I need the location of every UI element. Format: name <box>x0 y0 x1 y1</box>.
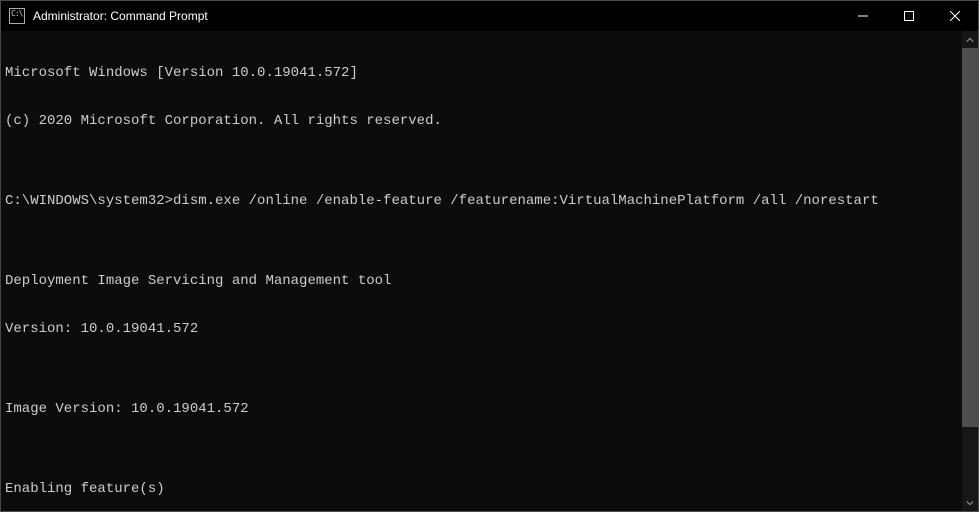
scroll-thumb[interactable] <box>962 48 978 427</box>
titlebar[interactable]: C:\_ Administrator: Command Prompt <box>1 1 978 31</box>
scroll-up-button[interactable] <box>962 31 978 48</box>
terminal-output[interactable]: Microsoft Windows [Version 10.0.19041.57… <box>1 31 962 511</box>
terminal-line: Deployment Image Servicing and Managemen… <box>5 273 958 289</box>
terminal-line: Microsoft Windows [Version 10.0.19041.57… <box>5 65 958 81</box>
scroll-down-button[interactable] <box>962 494 978 511</box>
window-controls <box>840 1 978 31</box>
vertical-scrollbar[interactable] <box>962 31 978 511</box>
client-area: Microsoft Windows [Version 10.0.19041.57… <box>1 31 978 511</box>
maximize-button[interactable] <box>886 1 932 31</box>
terminal-line: C:\WINDOWS\system32>dism.exe /online /en… <box>5 193 958 209</box>
minimize-button[interactable] <box>840 1 886 31</box>
terminal-line: Enabling feature(s) <box>5 481 958 497</box>
window-title: Administrator: Command Prompt <box>31 9 840 23</box>
terminal-line: (c) 2020 Microsoft Corporation. All righ… <box>5 113 958 129</box>
terminal-line: Version: 10.0.19041.572 <box>5 321 958 337</box>
cmd-icon: C:\_ <box>9 8 25 24</box>
terminal-line: Image Version: 10.0.19041.572 <box>5 401 958 417</box>
scroll-track[interactable] <box>962 48 978 494</box>
close-button[interactable] <box>932 1 978 31</box>
